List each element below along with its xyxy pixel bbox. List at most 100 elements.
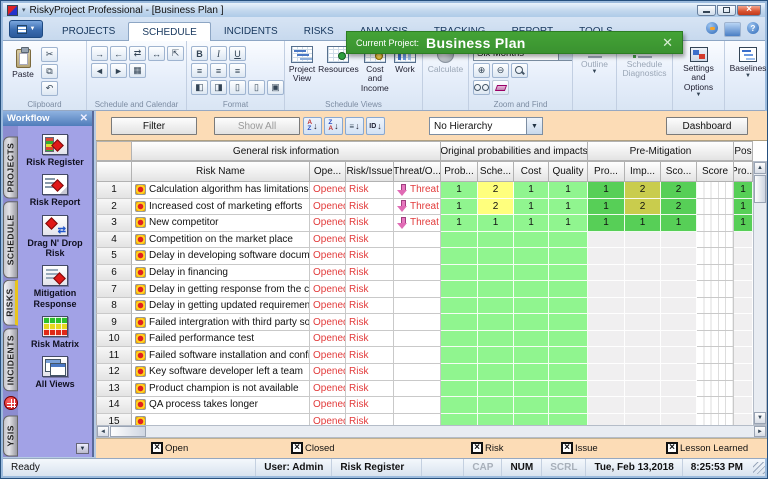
sidebar-item-drag-drop[interactable]: Drag N' Drop Risk <box>18 214 92 259</box>
column-header-cell[interactable]: Score <box>697 161 734 182</box>
post-mitigation-cell[interactable] <box>734 297 753 315</box>
risk-name-cell[interactable]: Key software developer left a team <box>132 364 310 381</box>
original-impact-cell[interactable]: 2 <box>478 198 514 216</box>
original-impact-cell[interactable] <box>478 314 514 331</box>
pre-mitigation-cell[interactable] <box>588 413 625 425</box>
risk-name-cell[interactable]: Failed software installation and configu… <box>132 347 310 365</box>
risk-name-cell[interactable]: Failed intergration with third party sof… <box>132 314 310 331</box>
pre-mitigation-cell[interactable]: 2 <box>661 182 697 199</box>
fill-color-button[interactable]: ▣ <box>267 80 284 95</box>
original-impact-cell[interactable] <box>478 413 514 425</box>
pre-mitigation-cell[interactable] <box>625 347 661 365</box>
swap-tasks-button[interactable]: ⇄ <box>129 46 146 61</box>
horizontal-scroll-thumb[interactable] <box>110 426 146 437</box>
post-mitigation-cell[interactable] <box>734 347 753 365</box>
threat-opportunity-cell[interactable] <box>394 297 441 315</box>
tab-risks[interactable]: RISKS <box>291 22 347 41</box>
threat-opportunity-cell[interactable] <box>394 231 441 249</box>
table-row[interactable]: 13 Product champion is not available Opene… <box>96 380 753 398</box>
risk-name-cell[interactable]: Product champion is not available <box>132 380 310 398</box>
pre-mitigation-cell[interactable] <box>661 330 697 348</box>
column-header-cell[interactable]: Risk Name <box>132 161 310 182</box>
scroll-right-icon[interactable]: ► <box>754 426 766 437</box>
score-cell[interactable] <box>697 182 734 199</box>
column-header-cell[interactable]: Sche... <box>478 161 514 182</box>
row-number-cell[interactable]: 2 <box>96 198 132 216</box>
column-right-button[interactable]: ▯ <box>248 80 265 95</box>
row-number-cell[interactable]: 3 <box>96 215 132 232</box>
column-header-cell[interactable]: Risk/Issue <box>346 161 394 182</box>
pre-mitigation-cell[interactable]: 2 <box>625 198 661 216</box>
link-tasks-button[interactable]: → <box>91 46 108 61</box>
original-impact-cell[interactable] <box>514 297 549 315</box>
legend-item-closed[interactable]: × Closed <box>291 442 335 454</box>
vertical-scroll-thumb[interactable] <box>754 175 766 203</box>
undo-button[interactable]: ↶ <box>41 81 58 96</box>
risk-name-cell[interactable]: QA process takes longer <box>132 397 310 414</box>
original-impact-cell[interactable] <box>549 297 588 315</box>
risk-issue-cell[interactable]: Risk <box>346 198 394 216</box>
original-impact-cell[interactable] <box>514 281 549 298</box>
risk-name-cell[interactable]: Failed performance test <box>132 330 310 348</box>
cut-button[interactable]: ✂ <box>41 47 58 62</box>
score-cell[interactable] <box>697 380 734 398</box>
original-impact-cell[interactable] <box>549 380 588 398</box>
original-impact-cell[interactable] <box>514 380 549 398</box>
risk-name-cell[interactable]: Delay in developing software documentati… <box>132 248 310 265</box>
pre-mitigation-cell[interactable] <box>661 364 697 381</box>
row-number-cell[interactable]: 8 <box>96 297 132 315</box>
original-impact-cell[interactable]: 1 <box>441 198 478 216</box>
threat-opportunity-cell[interactable] <box>394 314 441 331</box>
post-mitigation-cell[interactable] <box>734 330 753 348</box>
pre-mitigation-cell[interactable] <box>588 264 625 282</box>
original-impact-cell[interactable] <box>549 330 588 348</box>
pre-mitigation-cell[interactable] <box>588 231 625 249</box>
pre-mitigation-cell[interactable] <box>625 231 661 249</box>
pre-mitigation-cell[interactable] <box>588 248 625 265</box>
pre-mitigation-cell[interactable] <box>588 314 625 331</box>
original-impact-cell[interactable]: 1 <box>549 182 588 199</box>
original-impact-cell[interactable] <box>549 231 588 249</box>
open-status-cell[interactable]: Opened <box>310 264 346 282</box>
pre-mitigation-cell[interactable] <box>625 397 661 414</box>
pre-mitigation-cell[interactable] <box>661 297 697 315</box>
open-status-cell[interactable]: Opened <box>310 347 346 365</box>
help-icon[interactable]: ? <box>747 22 759 34</box>
sidebar-item-risk-report[interactable]: Risk Report <box>18 174 92 207</box>
copy-button[interactable]: ⧉ <box>41 64 58 79</box>
calendar-button[interactable]: ▦ <box>129 63 146 78</box>
view-button-project-view[interactable]: Project View <box>287 44 317 98</box>
threat-opportunity-cell[interactable] <box>394 413 441 425</box>
pre-mitigation-cell[interactable] <box>588 380 625 398</box>
update-icon[interactable] <box>706 22 718 34</box>
align-center-button[interactable]: ≡ <box>210 63 227 78</box>
restore-button[interactable] <box>717 4 736 16</box>
score-cell[interactable] <box>697 347 734 365</box>
original-impact-cell[interactable] <box>441 413 478 425</box>
original-impact-cell[interactable]: 2 <box>478 182 514 199</box>
column-header-cell[interactable]: Prob... <box>441 161 478 182</box>
risk-issue-cell[interactable]: Risk <box>346 264 394 282</box>
row-number-cell[interactable]: 9 <box>96 314 132 331</box>
workflow-tab-projects[interactable]: PROJECTS <box>3 137 18 199</box>
legend-item-issue[interactable]: × Issue <box>561 442 598 454</box>
original-impact-cell[interactable] <box>478 364 514 381</box>
original-impact-cell[interactable]: 1 <box>549 198 588 216</box>
table-row[interactable]: 14 QA process takes longer Opened Risk <box>96 397 753 414</box>
risk-issue-cell[interactable]: Risk <box>346 380 394 398</box>
filter-button[interactable]: Filter <box>111 117 197 135</box>
original-impact-cell[interactable] <box>441 397 478 414</box>
original-impact-cell[interactable] <box>478 281 514 298</box>
group-header-cell[interactable]: General risk information <box>132 141 441 161</box>
table-row[interactable]: 7 Delay in getting response from the clie… <box>96 281 753 298</box>
find-button[interactable] <box>473 80 490 95</box>
open-status-cell[interactable]: Opened <box>310 198 346 216</box>
open-status-cell[interactable]: Opened <box>310 248 346 265</box>
column-header-cell[interactable]: Imp... <box>625 161 661 182</box>
table-row[interactable]: 3 New competitor Opened Risk Threat 1 1 1 1 1 1 1 1 <box>96 215 753 232</box>
pre-mitigation-cell[interactable] <box>588 330 625 348</box>
open-status-cell[interactable]: Opened <box>310 281 346 298</box>
table-row[interactable]: 1 Calculation algorithm has limitations Op… <box>96 182 753 199</box>
legend-item-open[interactable]: × Open <box>151 442 188 454</box>
outdent-button[interactable]: ◧ <box>191 80 208 95</box>
